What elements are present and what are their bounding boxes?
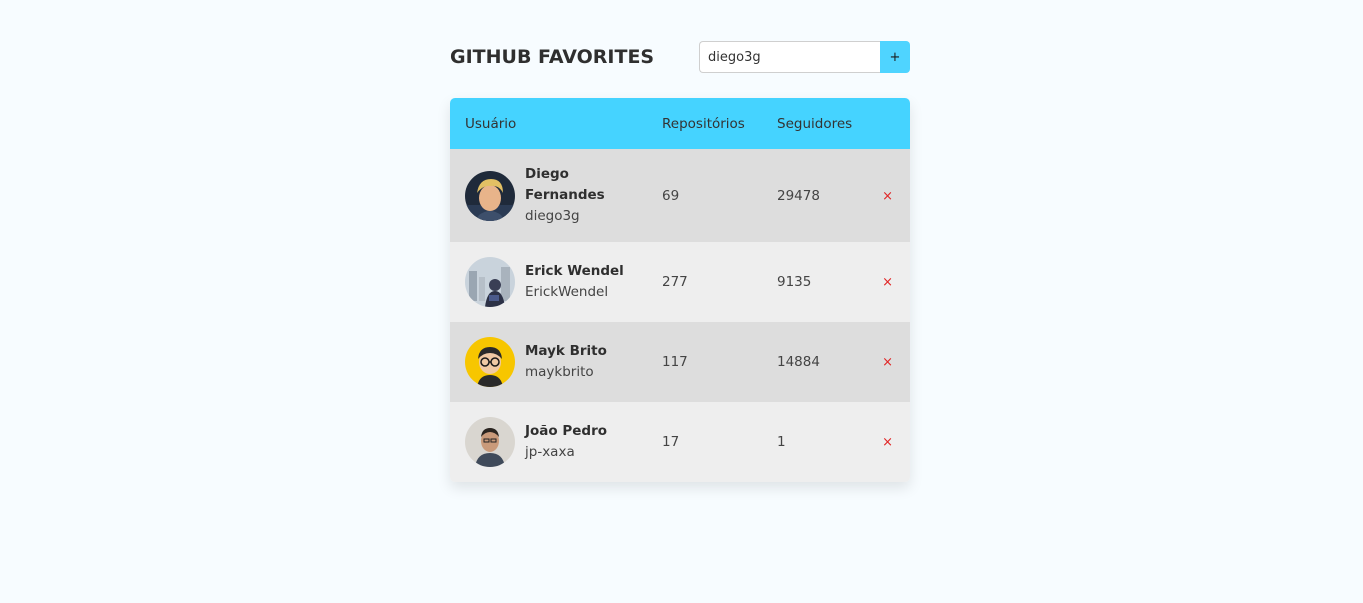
table-row: Mayk Brito maykbrito 117 14884 × — [450, 322, 910, 402]
remove-button[interactable]: × — [878, 355, 897, 370]
user-text: Erick Wendel ErickWendel — [525, 261, 624, 303]
followers-cell: 29478 — [777, 187, 820, 204]
column-header-user: Usuário — [465, 115, 517, 132]
repositories-cell: 277 — [662, 274, 688, 290]
table-row: Diego Fernandes diego3g 69 29478 × — [450, 149, 910, 242]
actions-cell: × — [862, 242, 910, 322]
user-cell: João Pedro jp-xaxa — [450, 402, 647, 482]
table-row: João Pedro jp-xaxa 17 1 × — [450, 402, 910, 482]
remove-button[interactable]: × — [878, 435, 897, 450]
user-login: maykbrito — [525, 364, 594, 380]
user-text: Diego Fernandes diego3g — [525, 164, 615, 227]
actions-cell: × — [862, 149, 910, 242]
user-name: Diego Fernandes — [525, 166, 605, 203]
user-info: João Pedro jp-xaxa — [465, 417, 632, 467]
search-form: + — [699, 41, 910, 73]
repositories-cell: 117 — [662, 354, 688, 370]
favorites-table-wrapper: Usuário Repositórios Seguidores Diego Fe… — [450, 98, 910, 482]
page-title: GITHUB FAVORITES — [450, 46, 655, 68]
remove-button[interactable]: × — [878, 275, 897, 290]
repositories-cell: 17 — [662, 434, 680, 450]
user-info: Mayk Brito maykbrito — [465, 337, 632, 387]
user-info: Diego Fernandes diego3g — [465, 164, 632, 227]
user-text: Mayk Brito maykbrito — [525, 341, 607, 383]
followers-cell: 14884 — [777, 354, 820, 370]
actions-cell: × — [862, 402, 910, 482]
avatar — [465, 170, 515, 221]
repositories-cell: 69 — [662, 187, 680, 204]
user-login: jp-xaxa — [525, 444, 575, 460]
user-cell: Diego Fernandes diego3g — [450, 149, 647, 242]
search-input[interactable] — [699, 41, 880, 73]
user-login: diego3g — [525, 208, 580, 224]
user-name: João Pedro — [525, 423, 608, 439]
user-name: Mayk Brito — [525, 343, 607, 359]
user-login: ErickWendel — [525, 284, 609, 300]
user-name: Erick Wendel — [525, 263, 624, 279]
followers-cell: 9135 — [777, 274, 812, 290]
avatar — [465, 257, 515, 307]
user-info: Erick Wendel ErickWendel — [465, 257, 632, 307]
avatar — [465, 337, 515, 387]
user-cell: Mayk Brito maykbrito — [450, 322, 647, 402]
remove-button[interactable]: × — [878, 189, 897, 204]
avatar — [465, 417, 515, 467]
followers-cell: 1 — [777, 434, 786, 450]
column-header-actions — [862, 98, 910, 149]
column-header-repositories: Repositórios — [662, 115, 745, 132]
app-container: GITHUB FAVORITES + Usuário Repositórios … — [450, 41, 910, 482]
add-favorite-button[interactable]: + — [880, 41, 910, 73]
user-cell: Erick Wendel ErickWendel — [450, 242, 647, 322]
page-header: GITHUB FAVORITES + — [450, 41, 910, 73]
favorites-table: Usuário Repositórios Seguidores Diego Fe… — [450, 98, 910, 482]
column-header-followers: Seguidores — [777, 115, 853, 132]
user-text: João Pedro jp-xaxa — [525, 421, 607, 463]
table-header-row: Usuário Repositórios Seguidores — [450, 98, 910, 149]
table-row: Erick Wendel ErickWendel 277 9135 × — [450, 242, 910, 322]
actions-cell: × — [862, 322, 910, 402]
